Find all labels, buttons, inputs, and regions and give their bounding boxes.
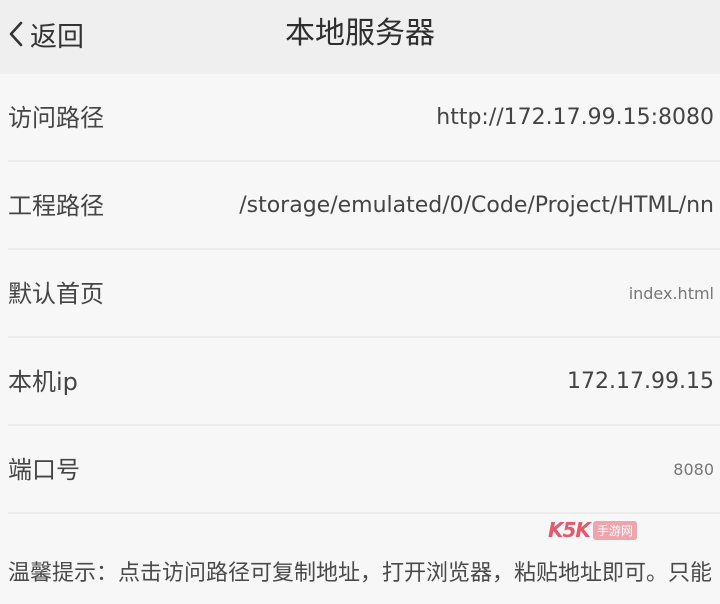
top-bar: 返回 本地服务器 <box>0 0 720 74</box>
row-label: 工程路径 <box>8 192 104 220</box>
row-access-path[interactable]: 访问路径 http://172.17.99.15:8080 <box>8 74 720 162</box>
row-project-path[interactable]: 工程路径 /storage/emulated/0/Code/Project/HT… <box>8 162 720 250</box>
row-label: 端口号 <box>8 456 80 484</box>
server-info-list: 访问路径 http://172.17.99.15:8080 工程路径 /stor… <box>0 74 720 514</box>
row-label: 默认首页 <box>8 280 104 308</box>
row-local-ip[interactable]: 本机ip 172.17.99.15 <box>8 338 720 426</box>
port-value: 8080 <box>673 460 714 479</box>
project-path-value: /storage/emulated/0/Code/Project/HTML/nn <box>239 193 714 218</box>
local-ip-value: 172.17.99.15 <box>567 369 714 394</box>
row-label: 访问路径 <box>8 104 104 132</box>
row-label: 本机ip <box>8 368 78 396</box>
page-title: 本地服务器 <box>285 16 435 51</box>
row-port[interactable]: 端口号 8080 <box>8 426 720 514</box>
watermark-logo: K5K <box>548 518 591 542</box>
watermark-tag: 手游网 <box>592 520 637 540</box>
access-path-value[interactable]: http://172.17.99.15:8080 <box>436 74 714 162</box>
tip-text: 温馨提示：点击访问路径可复制地址，打开浏览器，粘贴地址即可。只能 <box>8 561 713 586</box>
watermark: K5K 手游网 <box>548 518 637 542</box>
row-default-homepage[interactable]: 默认首页 index.html <box>8 250 720 338</box>
default-homepage-value: index.html <box>628 284 714 303</box>
